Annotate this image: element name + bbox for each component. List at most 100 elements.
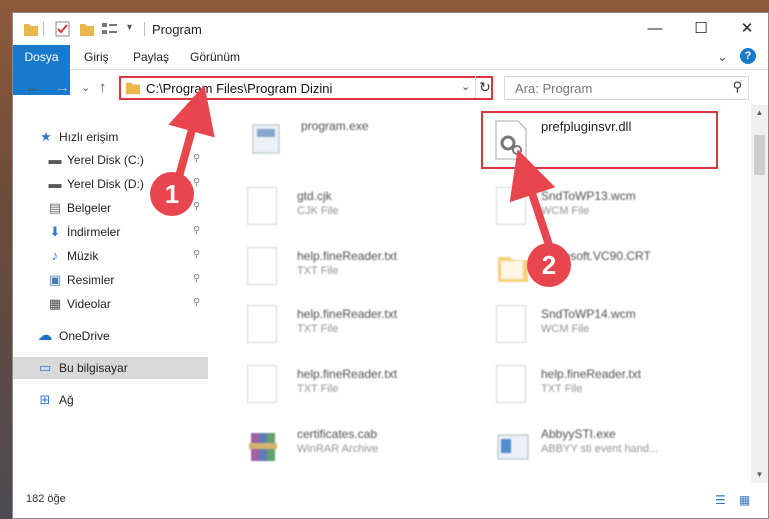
file-name: help.fineReader.txt: [297, 367, 398, 381]
forward-button[interactable]: →: [55, 79, 70, 96]
video-icon: ▦: [48, 296, 62, 311]
list-item[interactable]: help.fineReader.txt TXT File: [247, 247, 487, 297]
sidebar-item-pictures[interactable]: ▣ Resimler ⚲: [13, 269, 208, 291]
address-dropdown-icon[interactable]: ⌄: [461, 80, 470, 93]
sidebar-item-videos[interactable]: ▦ Videolar ⚲: [13, 293, 208, 315]
file-icon: [247, 305, 281, 349]
minimize-button[interactable]: —: [632, 13, 678, 45]
archive-icon: [249, 433, 277, 461]
help-icon[interactable]: ?: [740, 48, 756, 64]
tab-home[interactable]: Giriş: [74, 45, 119, 69]
file-type: WinRAR Archive: [297, 443, 379, 455]
large-icons-view-icon[interactable]: ▦: [739, 493, 750, 507]
sidebar-item-quick-access[interactable]: ★ Hızlı erişim: [13, 126, 208, 148]
file-name: help.fineReader.txt: [541, 367, 642, 381]
back-button[interactable]: ←: [25, 79, 40, 96]
file-name: certificates.cab: [297, 427, 378, 441]
list-item[interactable]: help.fineReader.txt TXT File: [496, 365, 736, 415]
properties-icon[interactable]: [55, 20, 71, 38]
file-icon: [496, 365, 530, 409]
sidebar-item-music[interactable]: ♪ Müzik ⚲: [13, 245, 208, 267]
title-bar: ▾ Program — ☐ ✕: [13, 13, 768, 45]
sidebar-item-label: Bu bilgisayar: [59, 361, 128, 375]
sidebar-item-downloads[interactable]: ⬇ İndirmeler ⚲: [13, 221, 208, 243]
address-path: C:\Program Files\Program Dizini: [146, 81, 333, 96]
file-type: WCM File: [541, 323, 590, 335]
pin-icon: ⚲: [193, 225, 201, 236]
sidebar-item-label: Resimler: [67, 273, 115, 287]
folder-icon: [498, 257, 528, 282]
documents-icon: ▤: [48, 200, 62, 215]
exe-icon: [497, 434, 529, 460]
file-type: TXT File: [541, 383, 583, 395]
vertical-scrollbar[interactable]: ▲ ▼: [751, 105, 768, 483]
sidebar-item-onedrive[interactable]: ☁ OneDrive: [13, 325, 208, 347]
file-icon: [247, 187, 281, 231]
sidebar-item-label: Yerel Disk (C:): [67, 153, 144, 167]
customize-quick-access-icon[interactable]: ▾: [127, 22, 132, 40]
exe-icon: [252, 124, 280, 154]
list-item[interactable]: certificates.cab WinRAR Archive: [247, 425, 487, 475]
scroll-thumb[interactable]: [754, 135, 765, 175]
scroll-down-icon[interactable]: ▼: [751, 467, 768, 483]
callout-badge-1: 1: [150, 172, 194, 216]
file-icon: [247, 247, 281, 291]
file-name: program.exe: [301, 119, 369, 133]
tab-share[interactable]: Paylaş: [123, 45, 179, 69]
search-box[interactable]: Ara: Program ⚲: [504, 76, 749, 100]
list-item[interactable]: help.fineReader.txt TXT File: [247, 365, 487, 415]
sidebar-item-label: Ağ: [59, 393, 74, 407]
file-name: help.fineReader.txt: [297, 249, 398, 263]
callout-badge-2: 2: [527, 243, 571, 287]
file-name: SndToWP14.wcm: [541, 307, 636, 321]
file-name: AbbyySTI.exe: [541, 427, 616, 441]
pin-icon: ⚲: [193, 249, 201, 260]
scroll-up-icon[interactable]: ▲: [751, 105, 768, 121]
download-icon: ⬇: [49, 224, 61, 239]
sidebar-item-label: Videolar: [67, 297, 111, 311]
file-name: SndToWP13.wcm: [541, 189, 636, 203]
view-options-icon[interactable]: [101, 20, 119, 38]
list-item[interactable]: gtd.cjk CJK File: [247, 187, 487, 237]
file-name: help.fineReader.txt: [297, 307, 398, 321]
list-item[interactable]: help.fineReader.txt TXT File: [247, 305, 487, 355]
file-icon: [496, 305, 530, 349]
window-title: Program: [152, 22, 202, 37]
ribbon-expand-icon[interactable]: ⌄: [707, 45, 738, 69]
ribbon-tabs: Dosya Giriş Paylaş Görünüm ⌄ ?: [13, 45, 768, 95]
cloud-icon: ☁: [37, 327, 53, 344]
details-view-icon[interactable]: ☰: [715, 493, 726, 507]
pin-icon: ⚲: [193, 153, 201, 164]
recent-locations-button[interactable]: ⌄: [81, 81, 90, 94]
sidebar-item-label: Müzik: [67, 249, 99, 263]
sidebar-item-label: OneDrive: [59, 329, 110, 343]
search-input[interactable]: Ara: Program: [515, 81, 592, 96]
maximize-button[interactable]: ☐: [678, 13, 724, 45]
up-button[interactable]: ↑: [99, 79, 107, 96]
network-icon: ⊞: [39, 392, 51, 407]
qa-separator-2: [144, 22, 145, 36]
star-icon: ★: [40, 129, 52, 144]
sidebar-item-network[interactable]: ⊞ Ağ: [13, 389, 208, 411]
refresh-button[interactable]: ↻: [475, 76, 494, 98]
list-item[interactable]: AbbyySTI.exe ABBYY sti event hand...: [496, 425, 736, 475]
sidebar-item-label: İndirmeler: [67, 225, 121, 239]
new-folder-icon[interactable]: [79, 20, 95, 38]
tab-view[interactable]: Görünüm: [180, 45, 250, 69]
music-icon: ♪: [51, 248, 59, 263]
file-type: CJK File: [297, 205, 339, 217]
pin-icon: ⚲: [193, 201, 201, 212]
pin-icon: ⚲: [193, 297, 201, 308]
list-item[interactable]: program.exe: [249, 117, 489, 167]
file-name: gtd.cjk: [297, 189, 332, 203]
navigation-bar: ← → ⌄ ↑ C:\Program Files\Program Dizini …: [13, 73, 768, 103]
address-bar[interactable]: C:\Program Files\Program Dizini ⌄ ↻: [119, 76, 493, 100]
file-type: TXT File: [297, 383, 339, 395]
list-item[interactable]: SndToWP13.wcm WCM File: [496, 187, 736, 237]
sidebar-item-this-pc[interactable]: ▭ Bu bilgisayar: [13, 357, 208, 379]
close-button[interactable]: ✕: [724, 13, 768, 45]
sidebar-item-disk-c[interactable]: ▬ Yerel Disk (C:) ⚲: [13, 149, 208, 171]
file-type: TXT File: [297, 323, 339, 335]
file-icon: [496, 187, 530, 231]
list-item[interactable]: SndToWP14.wcm WCM File: [496, 305, 736, 355]
